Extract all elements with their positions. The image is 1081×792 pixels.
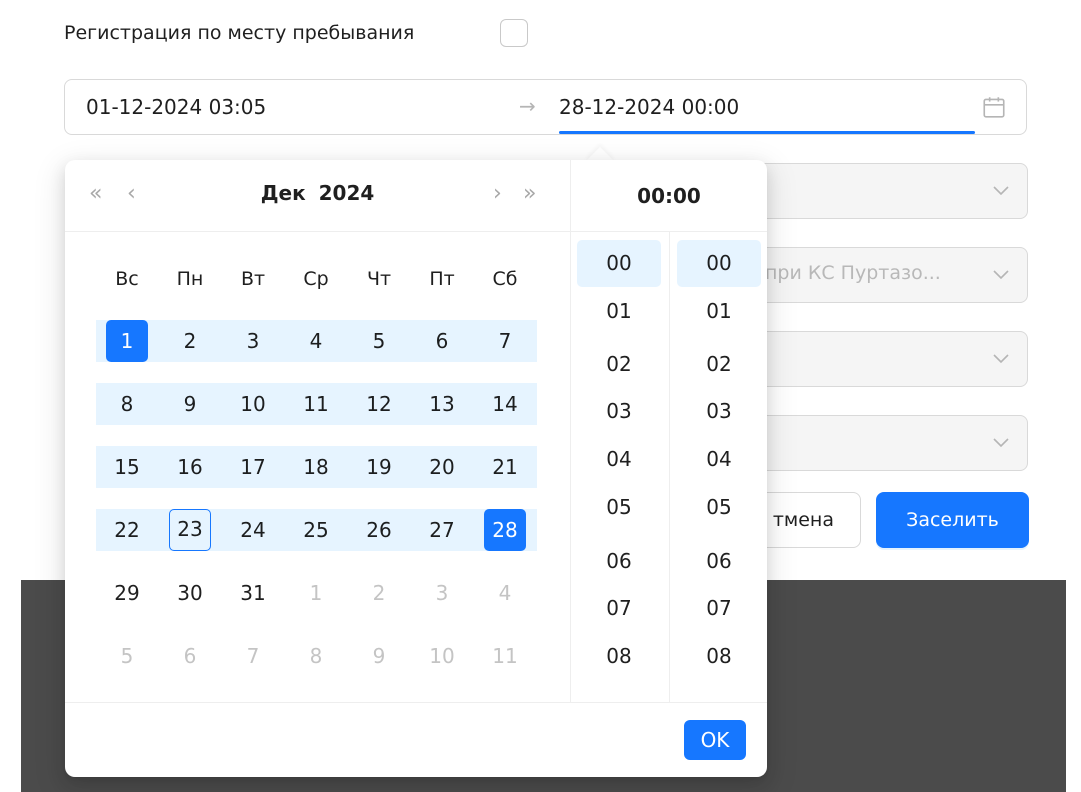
select-value: при КС Пуртазо...	[765, 262, 941, 284]
active-input-bar	[559, 131, 975, 134]
calendar-day[interactable]: 4	[484, 572, 526, 614]
month-button[interactable]: Дек	[261, 181, 306, 205]
hour-option[interactable]: 03	[577, 388, 661, 435]
calendar-day[interactable]: 7	[232, 635, 274, 677]
date-picker-dropdown: « ‹ Дек 2024 › » Вс Пн Вт Ср Чт Пт Сб 1 2 3 4 5 6 7 8 9…	[65, 160, 767, 777]
weekday-label: Пн	[176, 268, 204, 290]
calendar-day[interactable]: 19	[358, 446, 400, 488]
calendar-day[interactable]: 29	[106, 572, 148, 614]
calendar-day[interactable]: 7	[484, 320, 526, 362]
hour-option[interactable]: 07	[577, 585, 661, 632]
select-field-3[interactable]	[740, 331, 1028, 387]
weekday-label: Ср	[303, 268, 329, 290]
minute-option[interactable]: 05	[677, 484, 761, 531]
hour-option[interactable]: 08	[577, 633, 661, 680]
weekday-label: Пт	[429, 268, 455, 290]
hour-option[interactable]: 06	[577, 538, 661, 585]
calendar-day[interactable]: 9	[358, 635, 400, 677]
calendar-day[interactable]: 20	[421, 446, 463, 488]
chevron-down-icon	[993, 186, 1009, 196]
calendar-day[interactable]: 1	[106, 320, 148, 362]
minute-option[interactable]: 06	[677, 538, 761, 585]
calendar-day[interactable]: 11	[295, 383, 337, 425]
calendar-day[interactable]: 1	[295, 572, 337, 614]
calendar-day[interactable]: 10	[232, 383, 274, 425]
calendar-day[interactable]: 26	[358, 509, 400, 551]
minute-option[interactable]: 04	[677, 436, 761, 483]
weekday-label: Чт	[366, 268, 392, 290]
year-button[interactable]: 2024	[319, 181, 375, 205]
calendar-day[interactable]: 13	[421, 383, 463, 425]
hour-option[interactable]: 05	[577, 484, 661, 531]
divider	[669, 232, 670, 702]
calendar-icon[interactable]	[981, 94, 1007, 120]
calendar-day[interactable]: 5	[358, 320, 400, 362]
calendar-day[interactable]: 11	[484, 635, 526, 677]
range-start-input[interactable]: 01-12-2024 03:05	[86, 92, 266, 122]
minute-option[interactable]: 00	[677, 240, 761, 287]
minute-option[interactable]: 08	[677, 633, 761, 680]
calendar-day[interactable]: 24	[232, 509, 274, 551]
submit-button[interactable]: Заселить	[876, 492, 1029, 548]
calendar-day[interactable]: 15	[106, 446, 148, 488]
chevron-down-icon	[993, 438, 1009, 448]
range-separator-icon: →	[519, 94, 536, 118]
weekday-label: Вт	[240, 268, 266, 290]
hour-option[interactable]: 04	[577, 436, 661, 483]
minute-option[interactable]: 01	[677, 288, 761, 335]
calendar-day[interactable]: 21	[484, 446, 526, 488]
minute-option[interactable]: 03	[677, 388, 761, 435]
chevron-down-icon	[993, 270, 1009, 280]
calendar-day[interactable]: 31	[232, 572, 274, 614]
calendar-header: « ‹ Дек 2024 › »	[65, 160, 570, 232]
ok-button[interactable]: OK	[684, 720, 746, 760]
next-month-icon[interactable]: ›	[493, 180, 502, 208]
date-range-picker[interactable]: 01-12-2024 03:05 → 28-12-2024 00:00	[64, 79, 1027, 135]
calendar-day[interactable]: 8	[106, 383, 148, 425]
chevron-down-icon	[993, 354, 1009, 364]
calendar-day[interactable]: 27	[421, 509, 463, 551]
calendar-day[interactable]: 18	[295, 446, 337, 488]
calendar-day[interactable]: 17	[232, 446, 274, 488]
calendar-day[interactable]: 8	[295, 635, 337, 677]
calendar-day[interactable]: 30	[169, 572, 211, 614]
weekday-label: Сб	[492, 268, 518, 290]
super-next-icon[interactable]: »	[523, 180, 536, 208]
calendar-day[interactable]: 3	[421, 572, 463, 614]
calendar-day[interactable]: 10	[421, 635, 463, 677]
calendar-day[interactable]: 5	[106, 635, 148, 677]
time-display: 00:00	[571, 160, 767, 232]
calendar-day[interactable]: 6	[169, 635, 211, 677]
hour-option[interactable]: 00	[577, 240, 661, 287]
hour-option[interactable]: 01	[577, 288, 661, 335]
calendar-day[interactable]: 16	[169, 446, 211, 488]
select-field-4[interactable]	[740, 415, 1028, 471]
select-field-1[interactable]	[740, 163, 1028, 219]
hour-option[interactable]: 02	[577, 341, 661, 388]
registration-label: Регистрация по месту пребывания	[64, 22, 415, 44]
calendar-day[interactable]: 22	[106, 509, 148, 551]
range-end-input[interactable]: 28-12-2024 00:00	[559, 92, 739, 122]
registration-checkbox[interactable]	[500, 19, 528, 47]
calendar-day[interactable]: 2	[169, 320, 211, 362]
calendar-day[interactable]: 3	[232, 320, 274, 362]
calendar-day[interactable]: 2	[358, 572, 400, 614]
minute-option[interactable]: 02	[677, 341, 761, 388]
divider	[570, 160, 571, 702]
calendar-day[interactable]: 25	[295, 509, 337, 551]
calendar-day[interactable]: 28	[484, 509, 526, 551]
calendar-day[interactable]: 12	[358, 383, 400, 425]
calendar-day[interactable]: 23	[169, 509, 211, 551]
calendar-day[interactable]: 6	[421, 320, 463, 362]
calendar-day[interactable]: 14	[484, 383, 526, 425]
select-field-2[interactable]: при КС Пуртазо...	[740, 247, 1028, 303]
calendar-day[interactable]: 4	[295, 320, 337, 362]
minute-option[interactable]: 07	[677, 585, 761, 632]
calendar-day[interactable]: 9	[169, 383, 211, 425]
divider	[65, 702, 767, 703]
weekday-label: Вс	[115, 268, 139, 290]
